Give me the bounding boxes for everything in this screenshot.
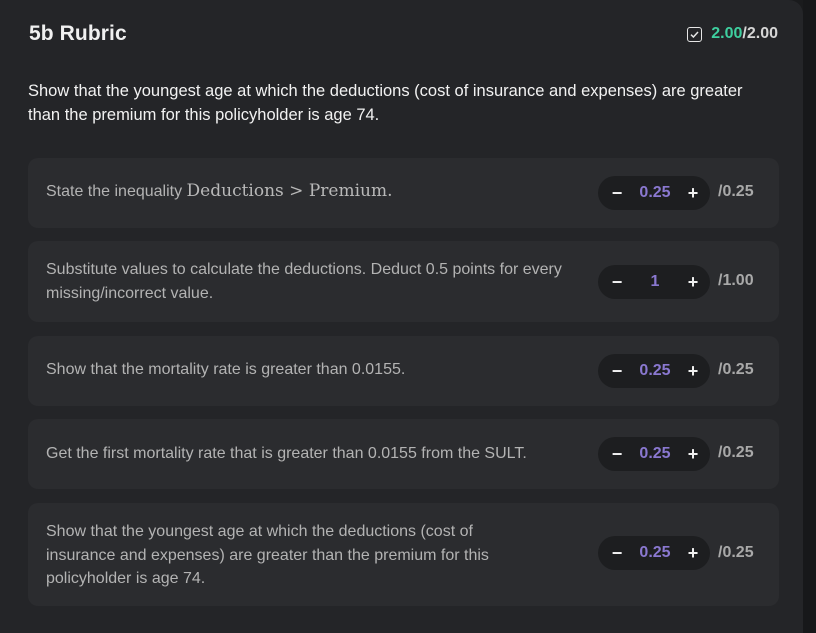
score-total: /2.00	[742, 25, 778, 42]
score-value[interactable]: 0.25	[624, 362, 686, 380]
rubric-title: 5b Rubric	[29, 22, 127, 45]
rubric-item-text: Substitute values to calculate the deduc…	[46, 261, 562, 302]
increment-button[interactable]: +	[686, 536, 700, 570]
rubric-item-text: Show that the mortality rate is greater …	[46, 361, 406, 378]
checkbox-icon[interactable]	[687, 26, 703, 42]
question-text: Show that the youngest age at which the …	[28, 82, 743, 124]
rubric-item: Show that the youngest age at which the …	[28, 503, 779, 606]
score-earned: 2.00	[711, 25, 743, 42]
max-points: /0.25	[718, 183, 754, 200]
score-stepper: − 0.25 +	[598, 176, 710, 210]
rubric-item: State the inequality Deductions > Premiu…	[28, 158, 779, 228]
decrement-button[interactable]: −	[610, 265, 624, 299]
score-value[interactable]: 1	[624, 273, 686, 291]
max-points: /0.25	[718, 361, 754, 378]
score-value[interactable]: 0.25	[624, 184, 686, 202]
score-stepper: − 1 +	[598, 265, 710, 299]
rubric-panel: 5b Rubric 2.00 /2.00 Show that the young…	[0, 0, 803, 633]
score-value[interactable]: 0.25	[624, 544, 686, 562]
decrement-button[interactable]: −	[610, 536, 624, 570]
rubric-score: 2.00 /2.00	[687, 25, 778, 43]
score-stepper: − 0.25 +	[598, 437, 710, 471]
rubric-item-text: Get the first mortality rate that is gre…	[46, 445, 527, 462]
increment-button[interactable]: +	[686, 265, 700, 299]
rubric-item: Show that the mortality rate is greater …	[28, 336, 779, 406]
rubric-item-label: State the inequality	[46, 183, 187, 200]
decrement-button[interactable]: −	[610, 354, 624, 388]
rubric-item: Substitute values to calculate the deduc…	[28, 241, 779, 322]
increment-button[interactable]: +	[686, 354, 700, 388]
rubric-item-text: Show that the youngest age at which the …	[46, 523, 489, 587]
max-points: /1.00	[718, 272, 754, 289]
max-points: /0.25	[718, 444, 754, 461]
increment-button[interactable]: +	[686, 437, 700, 471]
score-stepper: − 0.25 +	[598, 536, 710, 570]
decrement-button[interactable]: −	[610, 176, 624, 210]
rubric-item-text: State the inequality Deductions > Premiu…	[46, 180, 581, 204]
inequality-math: Deductions > Premium.	[186, 181, 393, 201]
max-points: /0.25	[718, 544, 754, 561]
decrement-button[interactable]: −	[610, 437, 624, 471]
score-value[interactable]: 0.25	[624, 445, 686, 463]
increment-button[interactable]: +	[686, 176, 700, 210]
window-edge	[803, 0, 816, 633]
score-stepper: − 0.25 +	[598, 354, 710, 388]
rubric-item: Get the first mortality rate that is gre…	[28, 419, 779, 489]
